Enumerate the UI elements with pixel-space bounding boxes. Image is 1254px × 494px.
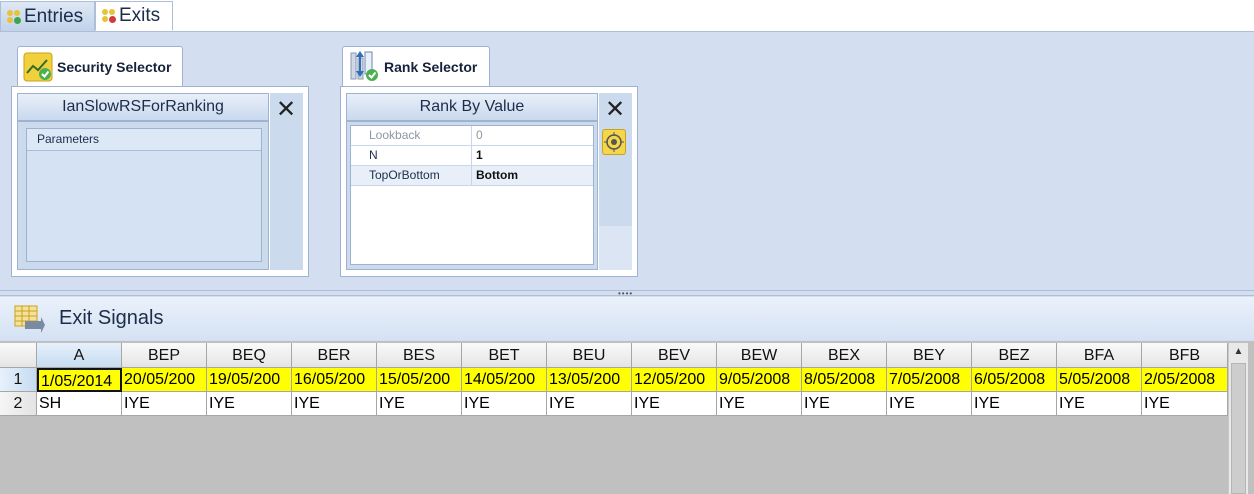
column-header[interactable]: BEP [122, 343, 207, 368]
security-selector-header: IanSlowRSForRanking [17, 93, 269, 121]
column-header[interactable]: BFB [1142, 343, 1228, 368]
rank-selector-panel: Rank By Value Lookback 0 N 1 TopOrBottom… [340, 86, 638, 277]
table-cell[interactable]: IYE [122, 392, 207, 416]
table-cell[interactable]: IYE [1142, 392, 1228, 416]
splitter-grip-icon: •••• [618, 289, 634, 298]
table-cell[interactable]: 8/05/2008 [802, 368, 887, 392]
column-header[interactable]: BEQ [207, 343, 292, 368]
table-cell[interactable]: IYE [802, 392, 887, 416]
rank-selector-tab[interactable]: Rank Selector [342, 46, 490, 86]
rank-parameters-grid: Lookback 0 N 1 TopOrBottom Bottom [350, 125, 594, 265]
column-header[interactable]: BEW [717, 343, 802, 368]
column-header[interactable]: BEV [632, 343, 717, 368]
column-header[interactable]: BEZ [972, 343, 1057, 368]
parameters-title: Parameters [27, 129, 261, 151]
param-value[interactable]: 1 [472, 146, 483, 165]
table-cell[interactable]: 2/05/2008 [1142, 368, 1228, 392]
column-header[interactable]: BEX [802, 343, 887, 368]
table-cell[interactable]: 20/05/200 [122, 368, 207, 392]
param-name: N [351, 146, 472, 165]
param-name: TopOrBottom [351, 166, 472, 185]
close-icon[interactable]: ✕ [275, 98, 297, 122]
rank-selector-label: Rank Selector [384, 58, 478, 75]
table-cell[interactable]: IYE [377, 392, 462, 416]
exit-signals-header: Exit Signals [0, 297, 1254, 340]
column-header[interactable]: BES [377, 343, 462, 368]
table-cell[interactable]: 13/05/200 [547, 368, 632, 392]
table-cell[interactable]: 14/05/200 [462, 368, 547, 392]
target-icon[interactable] [602, 129, 626, 155]
security-selector-icon [23, 52, 53, 82]
table-cell[interactable]: 16/05/200 [292, 368, 377, 392]
table-cell[interactable]: 19/05/200 [207, 368, 292, 392]
table-cell[interactable]: 15/05/200 [377, 368, 462, 392]
rank-selector-name: Rank By Value [419, 98, 525, 115]
scroll-up-icon[interactable]: ▲ [1229, 343, 1248, 361]
table-cell[interactable]: IYE [1057, 392, 1142, 416]
vertical-scrollbar[interactable]: ▲ [1228, 343, 1248, 494]
security-selector-panel: IanSlowRSForRanking Parameters ✕ [11, 86, 309, 277]
table-cell[interactable]: IYE [972, 392, 1057, 416]
table-cell[interactable]: 7/05/2008 [887, 368, 972, 392]
rank-selector-sidebar: ✕ [599, 93, 632, 270]
security-selector-sidebar: ✕ [270, 93, 303, 270]
table-cell[interactable]: 9/05/2008 [717, 368, 802, 392]
pane-splitter[interactable]: •••• [0, 289, 1254, 298]
security-selector-name: IanSlowRSForRanking [62, 98, 224, 115]
table-cell[interactable]: IYE [207, 392, 292, 416]
table-cell[interactable]: SH [37, 392, 122, 416]
security-selector-body: Parameters [17, 121, 269, 270]
table-cell[interactable]: IYE [632, 392, 717, 416]
table-cell[interactable]: 6/05/2008 [972, 368, 1057, 392]
table-cell[interactable]: IYE [462, 392, 547, 416]
row-header[interactable]: 2 [0, 392, 37, 416]
table-cell[interactable]: IYE [547, 392, 632, 416]
param-name: Lookback [351, 126, 472, 145]
exit-signals-title: Exit Signals [59, 307, 164, 329]
table-cell[interactable]: 12/05/200 [632, 368, 717, 392]
close-icon[interactable]: ✕ [604, 98, 626, 122]
param-row-lookback[interactable]: Lookback 0 [351, 126, 593, 146]
exit-signals-sheet: A BEP BEQ BER BES BET BEU BEV BEW BEX BE… [0, 341, 1254, 494]
tab-entries-label: Entries [24, 5, 84, 27]
table-cell[interactable]: 5/05/2008 [1057, 368, 1142, 392]
table-cell-selected[interactable]: 1/05/2014 [37, 368, 122, 392]
table-row: 1 1/05/2014 20/05/200 19/05/200 16/05/20… [0, 368, 1228, 392]
select-all-corner[interactable] [0, 343, 37, 368]
parameters-box: Parameters [26, 128, 262, 262]
exits-icon [102, 9, 116, 23]
param-value[interactable]: Bottom [472, 166, 518, 185]
rank-selector-body: Lookback 0 N 1 TopOrBottom Bottom [346, 121, 598, 270]
row-header[interactable]: 1 [0, 368, 37, 392]
tab-exits-label: Exits [119, 5, 161, 26]
table-cell[interactable]: IYE [717, 392, 802, 416]
rank-selector-header: Rank By Value [346, 93, 598, 121]
top-tab-bar: Entries Exits [0, 0, 1254, 32]
tab-entries[interactable]: Entries [0, 1, 95, 31]
tab-exits[interactable]: Exits [95, 1, 173, 31]
security-selector-label: Security Selector [57, 58, 172, 75]
column-header[interactable]: BET [462, 343, 547, 368]
column-header[interactable]: BEY [887, 343, 972, 368]
selectors-pane: Security Selector IanSlowRSForRanking Pa… [0, 32, 1254, 290]
column-header[interactable]: BFA [1057, 343, 1142, 368]
scrollbar-thumb[interactable] [1231, 363, 1246, 494]
table-row: 2 SH IYE IYE IYE IYE IYE IYE IYE IYE IYE… [0, 392, 1228, 416]
column-header[interactable]: BEU [547, 343, 632, 368]
param-row-n[interactable]: N 1 [351, 146, 593, 166]
rank-selector-icon [348, 50, 382, 84]
column-header-row: A BEP BEQ BER BES BET BEU BEV BEW BEX BE… [0, 343, 1228, 368]
column-header[interactable]: BER [292, 343, 377, 368]
table-cell[interactable]: IYE [292, 392, 377, 416]
exit-signals-icon [13, 303, 45, 335]
table-cell[interactable]: IYE [887, 392, 972, 416]
security-selector-tab[interactable]: Security Selector [17, 46, 183, 86]
sidebar-lower-area [599, 226, 632, 270]
param-value[interactable]: 0 [472, 126, 483, 145]
column-header[interactable]: A [37, 343, 122, 368]
param-row-toporbottom[interactable]: TopOrBottom Bottom [351, 166, 593, 186]
entries-icon [7, 9, 21, 24]
